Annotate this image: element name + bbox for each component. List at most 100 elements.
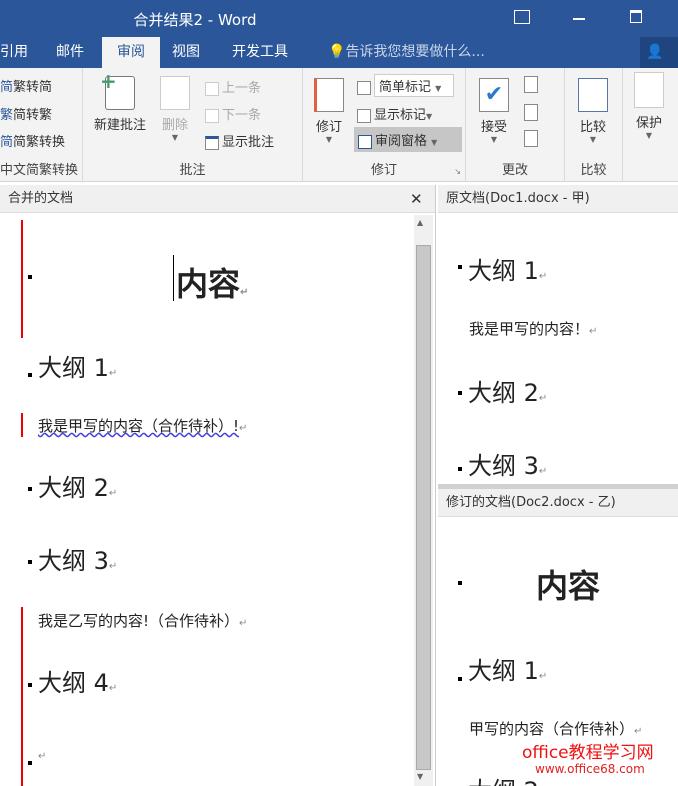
bullet bbox=[458, 467, 462, 471]
outline-4[interactable]: 大纲 4↵ bbox=[38, 663, 117, 698]
tab-developer[interactable]: 开发工具 bbox=[226, 37, 294, 68]
outline-2[interactable]: 大纲 2 bbox=[468, 771, 539, 786]
bullet bbox=[28, 560, 32, 564]
revision-bar bbox=[21, 220, 23, 338]
paragraph-a[interactable]: 我是甲写的内容（合作待补）!↵ bbox=[38, 415, 247, 436]
delete-comment-button[interactable]: 删除 ▼ bbox=[155, 76, 195, 142]
next-comment-button[interactable]: 下一条 bbox=[205, 104, 261, 123]
label: 下一条 bbox=[222, 108, 262, 123]
label: 繁转简 bbox=[13, 80, 53, 95]
watermark-url: www.office68.com bbox=[535, 762, 645, 776]
tab-mailings[interactable]: 邮件 bbox=[50, 37, 90, 68]
empty-paragraph: ↵ bbox=[38, 751, 47, 762]
watermark-title: office教程学习网 bbox=[522, 743, 654, 763]
original-document-pane: 原文档(Doc1.docx - 甲) 大纲 1↵ 我是甲写的内容！↵ 大纲 2↵… bbox=[438, 185, 678, 485]
group-comments: + 新建批注 删除 ▼ 上一条 下一条 显示批注 批注 bbox=[83, 68, 303, 182]
tell-me-search[interactable]: 💡告诉我您想要做什么... bbox=[322, 37, 491, 68]
bullet bbox=[458, 581, 462, 585]
tab-review[interactable]: 审阅 bbox=[102, 37, 160, 68]
show-markup-icon bbox=[357, 108, 371, 123]
share-button[interactable]: 👤共 bbox=[640, 37, 678, 91]
dropdown-arrow: ▼ bbox=[645, 131, 653, 140]
group-label: 修订 bbox=[370, 163, 397, 178]
paragraph-b[interactable]: 我是乙写的内容!（合作待补）↵ bbox=[38, 610, 247, 631]
convert-button[interactable]: 简简繁转换 bbox=[0, 131, 65, 150]
dialog-launcher-icon[interactable]: ↘ bbox=[454, 167, 461, 176]
dropdown-arrow: ▼ bbox=[171, 133, 179, 142]
group-compare: 比较 ▼ 比较 bbox=[565, 68, 623, 182]
label: 比较 bbox=[579, 120, 606, 135]
markup-value: 简单标记 ▼ bbox=[374, 74, 454, 97]
bullet bbox=[458, 265, 462, 269]
scroll-up-icon[interactable]: ▲ bbox=[417, 218, 423, 227]
merged-document-pane: 合并的文档 ✕ ▲ ▼ 内容↵ 大纲 1↵ 我是甲写的内容（合作待补）!↵ 大纲 … bbox=[0, 185, 436, 786]
ribbon: 简繁转简 繁简转繁 简简繁转换 中文简繁转换 + 新建批注 删除 ▼ 上一条 下一条… bbox=[0, 68, 678, 182]
accept-check-icon: ✔ bbox=[479, 78, 509, 112]
dropdown-arrow: ▼ bbox=[490, 135, 498, 144]
next-change-icon[interactable] bbox=[524, 130, 541, 147]
label: 显示标记 bbox=[374, 108, 427, 123]
label: 显示批注 bbox=[222, 135, 275, 150]
pane-header: 合并的文档 ✕ bbox=[0, 185, 435, 213]
ribbon-tabs: 引用 邮件 审阅 视图 开发工具 💡告诉我您想要做什么... 👤共 bbox=[0, 37, 678, 91]
outline-3[interactable]: 大纲 3↵ bbox=[38, 541, 117, 576]
person-add-icon: 👤 bbox=[646, 44, 664, 60]
bullet bbox=[28, 683, 32, 687]
minimize-button[interactable] bbox=[573, 18, 585, 20]
reviewing-pane-icon bbox=[358, 134, 372, 149]
paragraph[interactable]: 甲写的内容（合作待补）↵ bbox=[469, 718, 642, 739]
paragraph[interactable]: 我是甲写的内容！↵ bbox=[469, 318, 597, 339]
accept-button[interactable]: ✔ 接受 ▼ bbox=[474, 78, 514, 144]
label: 删除 bbox=[161, 118, 188, 133]
label: 审阅窗格 bbox=[375, 134, 428, 149]
label: 新建批注 bbox=[93, 118, 146, 133]
label: 简单标记 bbox=[379, 80, 432, 95]
lock-icon bbox=[634, 72, 664, 108]
outline-3[interactable]: 大纲 3↵ bbox=[468, 446, 547, 481]
previous-comment-button[interactable]: 上一条 bbox=[205, 77, 261, 96]
reject-icon[interactable] bbox=[524, 76, 541, 93]
close-icon[interactable]: ✕ bbox=[410, 185, 423, 213]
outline-2[interactable]: 大纲 2↵ bbox=[468, 373, 547, 408]
ribbon-display-icon[interactable] bbox=[514, 10, 530, 24]
group-protect: 保护 ▼ bbox=[623, 68, 678, 182]
outline-1[interactable]: 大纲 1↵ bbox=[468, 251, 547, 286]
label: 简繁转换 bbox=[13, 135, 66, 150]
bullet bbox=[28, 275, 32, 279]
heading-content[interactable]: 内容 bbox=[536, 561, 600, 607]
outline-1[interactable]: 大纲 1↵ bbox=[468, 651, 547, 686]
tab-references[interactable]: 引用 bbox=[0, 37, 34, 68]
outline-1[interactable]: 大纲 1↵ bbox=[38, 348, 117, 383]
pane-title: 修订的文档(Doc2.docx - 乙) bbox=[438, 489, 678, 517]
title-bar: 合并结果2 - Word bbox=[0, 0, 678, 37]
markup-select[interactable]: 简单标记 ▼ bbox=[357, 74, 454, 97]
protect-button[interactable]: 保护 ▼ bbox=[629, 72, 669, 140]
simp-to-trad-button[interactable]: 繁简转繁 bbox=[0, 104, 52, 123]
label: 上一条 bbox=[222, 81, 262, 96]
previous-change-icon[interactable] bbox=[524, 104, 541, 121]
bullet bbox=[28, 761, 32, 765]
scrollbar[interactable]: ▲ ▼ bbox=[414, 215, 433, 786]
group-tracking: 修订 ▼ 简单标记 ▼ 显示标记▼ 审阅窗格 ▼ 修订 ↘ bbox=[303, 68, 466, 182]
trad-to-simp-button[interactable]: 简繁转简 bbox=[0, 76, 52, 95]
outline-2[interactable]: 大纲 2↵ bbox=[38, 468, 117, 503]
group-label: 中文简繁转换 bbox=[0, 163, 79, 178]
markup-icon bbox=[357, 80, 371, 95]
group-label: 比较 bbox=[580, 163, 607, 178]
tab-view[interactable]: 视图 bbox=[166, 37, 206, 68]
scroll-down-icon[interactable]: ▼ bbox=[417, 772, 423, 781]
group-changes: ✔ 接受 ▼ 更改 bbox=[466, 68, 565, 182]
show-comments-button[interactable]: 显示批注 bbox=[205, 131, 274, 150]
compare-button[interactable]: 比较 ▼ bbox=[573, 78, 613, 144]
label: 简转繁 bbox=[13, 108, 53, 123]
reviewing-pane-button[interactable]: 审阅窗格 ▼ bbox=[354, 127, 462, 152]
new-comment-button[interactable]: + 新建批注 bbox=[88, 69, 152, 133]
maximize-button[interactable] bbox=[630, 10, 642, 23]
track-changes-button[interactable]: 修订 ▼ bbox=[309, 78, 349, 144]
scrollbar-thumb[interactable] bbox=[416, 245, 431, 770]
show-markup-button[interactable]: 显示标记▼ bbox=[357, 104, 432, 123]
group-label: 批注 bbox=[179, 163, 206, 178]
heading-content[interactable]: 内容↵ bbox=[176, 259, 248, 305]
revision-bar bbox=[21, 607, 23, 786]
bullet bbox=[28, 487, 32, 491]
